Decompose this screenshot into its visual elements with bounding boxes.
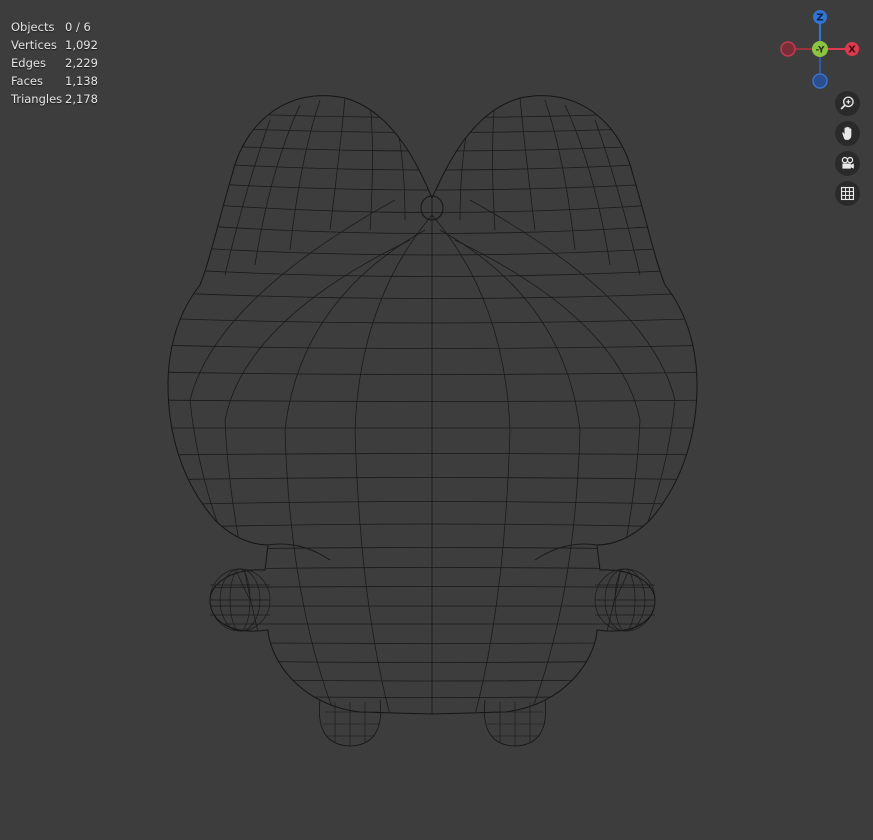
stat-objects: Objects 0 / 6 — [11, 18, 98, 36]
navigation-gizmo[interactable]: Z X -Y — [775, 5, 865, 95]
stat-value: 1,092 — [65, 38, 98, 52]
stat-value: 1,138 — [65, 74, 98, 88]
stat-label: Faces — [11, 74, 43, 88]
stat-vertices: Vertices 1,092 — [11, 36, 98, 54]
stat-faces: Faces 1,138 — [11, 72, 98, 90]
stat-label: Vertices — [11, 38, 57, 52]
perspective-toggle-button[interactable] — [835, 181, 860, 206]
gizmo-neg-z-axis[interactable] — [812, 73, 828, 89]
gizmo-y-label: -Y — [816, 46, 825, 56]
stat-value: 2,178 — [65, 92, 98, 106]
gizmo-neg-x-axis[interactable] — [780, 41, 796, 57]
pan-hand-icon — [842, 126, 852, 140]
stat-value: 2,229 — [65, 56, 98, 70]
grid-icon — [840, 186, 855, 201]
gizmo-x-axis[interactable]: X — [845, 42, 859, 56]
zoom-button[interactable] — [835, 91, 860, 116]
zoom-icon — [840, 96, 854, 110]
stat-triangles: Triangles 2,178 — [11, 90, 98, 108]
stat-label: Triangles — [11, 92, 63, 106]
scene-statistics: Objects 0 / 6 Vertices 1,092 Edges 2,229… — [11, 18, 98, 108]
stat-value: 0 / 6 — [65, 20, 91, 34]
wireframe-mesh — [167, 95, 698, 747]
gizmo-z-axis[interactable]: Z — [813, 10, 827, 24]
stat-label: Objects — [11, 20, 55, 34]
camera-icon — [841, 156, 854, 169]
camera-view-button[interactable] — [835, 151, 860, 176]
3d-viewport[interactable]: Objects 0 / 6 Vertices 1,092 Edges 2,229… — [0, 0, 873, 840]
stat-label: Edges — [11, 56, 46, 70]
gizmo-z-label: Z — [816, 13, 823, 24]
pan-button[interactable] — [835, 121, 860, 146]
gizmo-x-label: X — [848, 45, 856, 56]
gizmo-neg-y-axis[interactable]: -Y — [812, 41, 828, 57]
stat-edges: Edges 2,229 — [11, 54, 98, 72]
